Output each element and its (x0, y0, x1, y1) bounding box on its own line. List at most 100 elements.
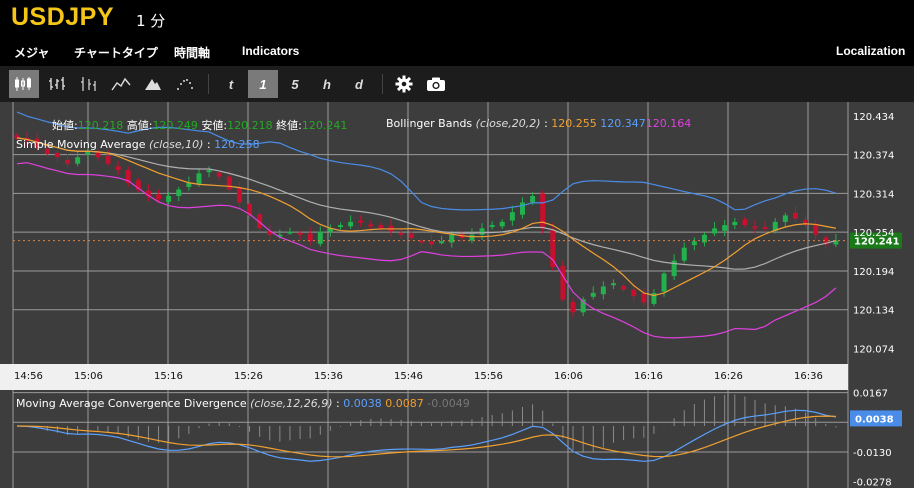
candle-body (65, 159, 71, 164)
candle-body (176, 189, 182, 196)
candle-body (701, 234, 707, 243)
bollinger-mid-line (16, 137, 837, 270)
toolbar-separator (208, 74, 209, 94)
menu-bar: メジャ チャートタイプ 時間軸 Indicators Localization (0, 40, 914, 66)
period-1m-button[interactable]: 1 (248, 70, 278, 98)
candle-body (469, 234, 475, 241)
menu-timeframe[interactable]: 時間軸 (174, 44, 210, 61)
candle-body (206, 170, 212, 173)
price-axis-label: 120.134 (853, 306, 894, 317)
candle-body (610, 283, 616, 286)
time-axis-label: 14:56 (14, 371, 43, 382)
candle-body (449, 234, 455, 243)
candle-body (358, 220, 364, 223)
macd-axis-label: -0.0130 (853, 448, 892, 459)
macd-current-label: 0.0038 (855, 414, 894, 425)
candle-body (348, 221, 354, 227)
menu-chart-type[interactable]: チャートタイプ (74, 44, 158, 61)
interval-label: 1 分 (136, 12, 166, 30)
candle-body (439, 241, 445, 244)
candle-body (105, 155, 111, 164)
candle-body (631, 289, 637, 297)
candle-body (560, 265, 566, 300)
period-day-button[interactable]: d (344, 70, 374, 98)
candle-body (338, 225, 344, 228)
macd-axis-label: -0.0278 (853, 478, 892, 488)
macd-axis-label: 0.0167 (853, 389, 888, 400)
candle-body (429, 241, 434, 245)
candle-body (782, 215, 788, 222)
candle-body (509, 212, 515, 221)
candle-body (530, 196, 536, 203)
candle-body (732, 221, 738, 226)
candle-body (115, 166, 121, 171)
hollow-candle-icon[interactable] (74, 70, 104, 98)
candle-body (236, 186, 242, 203)
symbol-title: USDJPY (11, 3, 115, 31)
candle-body (661, 273, 667, 292)
time-axis-label: 15:36 (314, 371, 343, 382)
chart-area[interactable]: 120.241 120.434 120.374 120.314 120.254 120.1… (0, 102, 914, 488)
candle-body (216, 172, 222, 177)
sma-legend[interactable]: Simple Moving Average (close,10) : 120.2… (16, 138, 260, 151)
time-axis-label: 15:46 (394, 371, 423, 382)
candle-body (166, 196, 172, 202)
candle-body (307, 233, 313, 242)
mountain-icon[interactable] (138, 70, 168, 98)
macd-line (16, 409, 836, 462)
price-axis-label: 120.254 (853, 228, 894, 239)
time-axis-label: 15:56 (474, 371, 503, 382)
candle-body (681, 247, 687, 261)
candle-body (813, 223, 819, 235)
price-axis-label: 120.074 (853, 344, 894, 355)
camera-icon[interactable] (421, 70, 451, 98)
menu-indicators[interactable]: Indicators (242, 44, 299, 58)
menu-localization[interactable]: Localization (836, 44, 905, 58)
candle-body (570, 301, 576, 313)
candle-body (479, 228, 485, 235)
bollinger-legend[interactable]: Bollinger Bands (close,20,2) : 120.255 1… (386, 117, 691, 130)
candle-body (287, 231, 293, 234)
candle-body (196, 173, 202, 185)
toolbar: t 1 5 h d (0, 66, 914, 102)
candle-body (600, 286, 606, 295)
line-chart-icon[interactable] (106, 70, 136, 98)
candle-body (590, 292, 596, 297)
ohlc-icon[interactable] (42, 70, 72, 98)
period-5m-button[interactable]: 5 (280, 70, 310, 98)
candle-body (792, 212, 798, 219)
candle-body (95, 152, 101, 158)
price-axis-label: 120.314 (853, 189, 894, 200)
time-axis-label: 16:26 (714, 371, 743, 382)
period-hour-button[interactable]: h (312, 70, 342, 98)
candle-body (226, 176, 232, 190)
period-tick-button[interactable]: t (216, 70, 246, 98)
dots-icon[interactable] (170, 70, 200, 98)
candlestick-icon[interactable] (9, 70, 39, 98)
time-axis-label: 16:06 (554, 371, 583, 382)
ohlc-legend: 始値:120.218 高値:120.249 安値:120.218 終値:120.… (52, 119, 348, 132)
macd-legend[interactable]: Moving Average Convergence Divergence (c… (16, 397, 470, 410)
candle-body (691, 241, 697, 246)
time-axis-label: 15:16 (154, 371, 183, 382)
price-axis-label: 120.434 (853, 112, 894, 123)
candle-body (408, 233, 414, 238)
candle-body (75, 157, 81, 164)
bollinger-lower-line (16, 162, 837, 339)
gear-icon[interactable] (389, 70, 419, 98)
candle-body (398, 232, 404, 235)
candle-body (712, 228, 718, 234)
time-axis-label: 16:36 (794, 371, 823, 382)
candle-body (54, 152, 60, 158)
candle-body (156, 194, 162, 200)
candle-body (297, 232, 303, 235)
candle-body (621, 285, 627, 290)
candle-body (186, 183, 192, 187)
candle-body (641, 293, 647, 303)
sma-line (16, 137, 836, 297)
price-chart[interactable]: 120.241120.434120.374120.314120.254120.1… (0, 102, 914, 488)
menu-measure[interactable]: メジャ (14, 44, 49, 61)
price-axis-label: 120.374 (853, 151, 894, 162)
candle-body (368, 224, 374, 227)
title-bar: USDJPY 1 分 (0, 0, 914, 40)
